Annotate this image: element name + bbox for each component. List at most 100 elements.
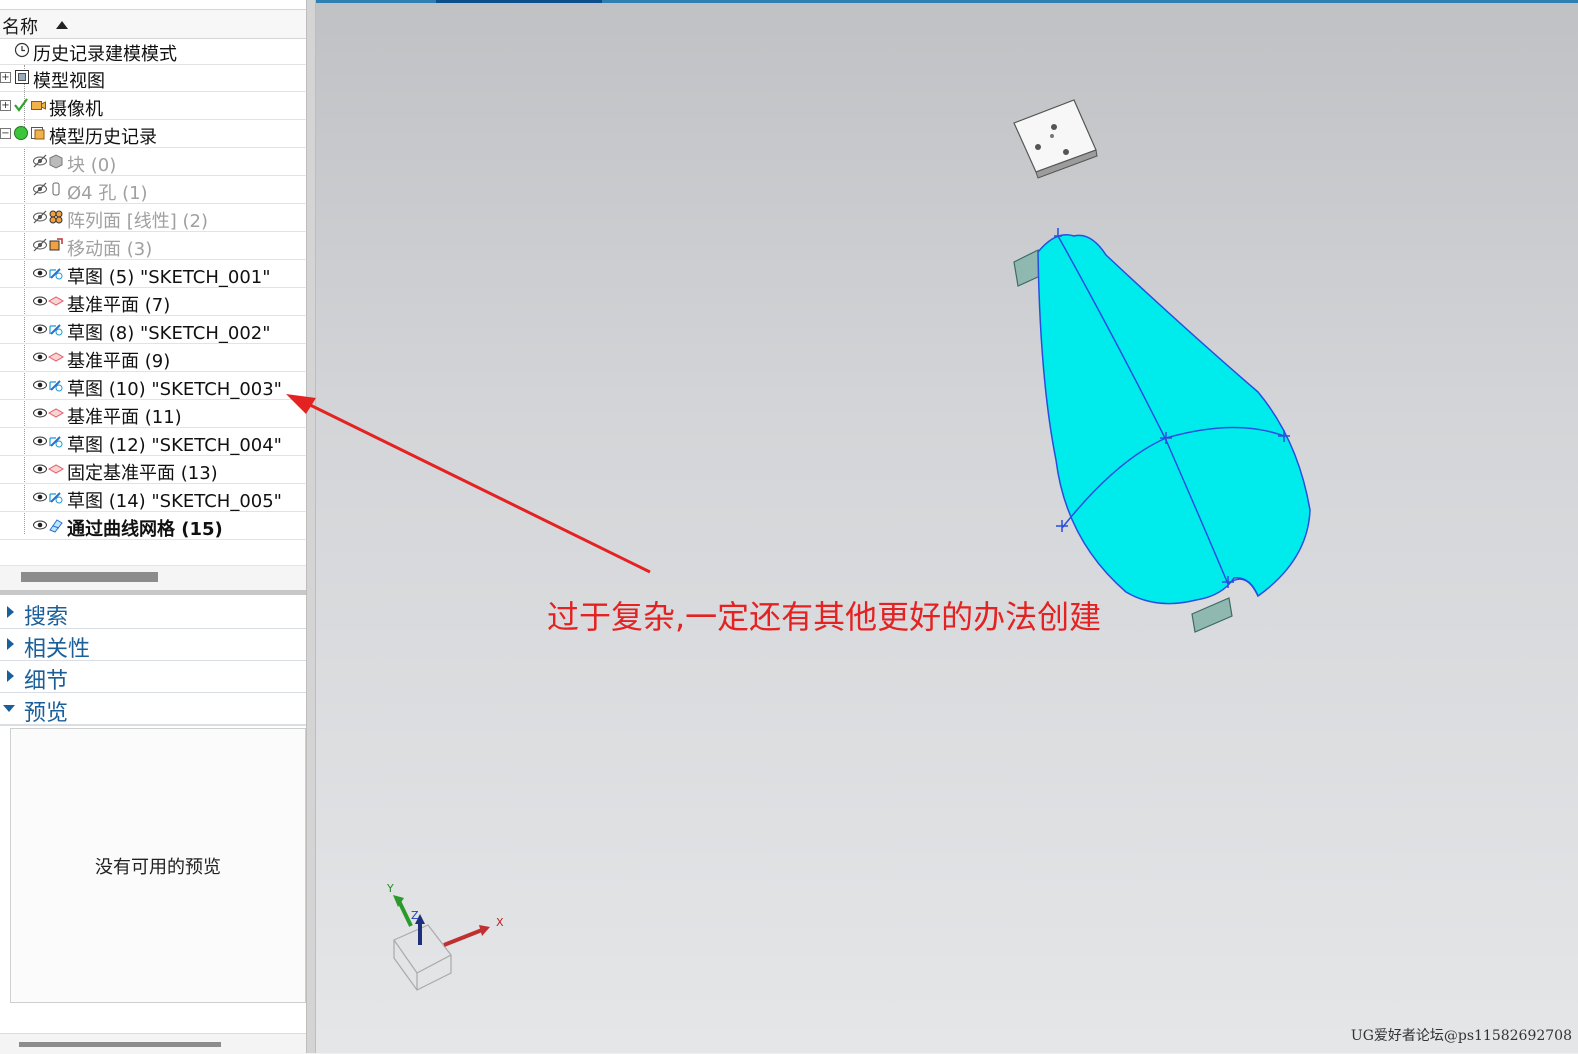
expand-arrow-icon [7, 638, 14, 650]
tree-row-feature-sketch[interactable]: 草图 (5) "SKETCH_001" [0, 261, 306, 288]
sketch-icon [49, 492, 63, 504]
tab-bottom[interactable] [1191, 597, 1233, 633]
tree-row-feature-pattern-face[interactable]: 阵列面 [线性] (2) [0, 205, 306, 232]
tree-row-label: 草图 (12) "SKETCH_004" [67, 435, 282, 456]
expand-icon[interactable]: + [0, 72, 11, 83]
hidden-eye-icon[interactable] [32, 237, 48, 253]
visible-eye-icon[interactable] [32, 517, 48, 533]
tree-row-history-mode[interactable]: 历史记录建模模式 [0, 38, 306, 65]
tab-top[interactable] [1013, 249, 1041, 287]
visible-eye-icon[interactable] [32, 349, 48, 365]
hidden-eye-icon[interactable] [32, 153, 48, 169]
tree-row-feature-sketch[interactable]: 草图 (12) "SKETCH_004" [0, 429, 306, 456]
section-label: 预览 [24, 701, 69, 726]
preview-empty-message: 没有可用的预览 [95, 857, 221, 878]
scrollbar-thumb[interactable] [19, 1042, 221, 1047]
tree-row-label: 固定基准平面 (13) [67, 463, 218, 484]
graphics-viewport[interactable]: X Y Z 过于复杂,一定还有其他更好的办法创建 UG爱好者论坛@ps11582… [316, 0, 1578, 1053]
expand-arrow-icon [7, 606, 14, 618]
visible-eye-icon[interactable] [32, 433, 48, 449]
visible-eye-icon[interactable] [32, 293, 48, 309]
panel-horizontal-scrollbar[interactable] [0, 1033, 306, 1054]
section-search[interactable]: 搜索 [0, 597, 306, 630]
tree-row-label: 历史记录建模模式 [33, 44, 177, 65]
tree-row-label: 基准平面 (11) [67, 407, 182, 428]
annotation-text: 过于复杂,一定还有其他更好的办法创建 [547, 598, 1102, 636]
tree-row-label: 模型视图 [33, 71, 105, 92]
sort-ascending-icon[interactable] [56, 21, 68, 29]
block-icon [49, 154, 63, 169]
tree-row-label: 阵列面 [线性] (2) [67, 211, 208, 232]
hidden-eye-icon[interactable] [32, 181, 48, 197]
visible-eye-icon[interactable] [32, 321, 48, 337]
collapse-arrow-icon [3, 705, 15, 712]
tree-row-feature-datum-plane[interactable]: 基准平面 (9) [0, 345, 306, 372]
tree-row-model-history[interactable]: − 模型历史记录 [0, 121, 306, 148]
tree-row-label: 模型历史记录 [49, 127, 157, 148]
tree-row-feature-sketch[interactable]: 草图 (10) "SKETCH_003" [0, 373, 306, 400]
wcs-triad [393, 895, 490, 991]
column-title: 名称 [2, 17, 38, 38]
scrollbar-thumb[interactable] [21, 572, 158, 582]
tree-row-label: 基准平面 (7) [67, 295, 171, 316]
collapse-icon[interactable]: − [0, 128, 11, 139]
tree-row-model-views[interactable]: + 模型视图 [0, 65, 306, 92]
section-preview[interactable]: 预览 [0, 693, 306, 726]
tree-row-feature-datum-plane[interactable]: 基准平面 (11) [0, 401, 306, 428]
tree-row-label: 草图 (8) "SKETCH_002" [67, 323, 271, 344]
section-label: 细节 [24, 669, 69, 694]
checkmark-icon [14, 98, 28, 112]
hole-icon [52, 182, 60, 196]
model-view-icon [15, 70, 29, 84]
sketch-icon [49, 380, 63, 392]
tree-row-feature-datum-plane[interactable]: 固定基准平面 (13) [0, 457, 306, 484]
section-label: 相关性 [24, 637, 91, 662]
tree-row-label: 草图 (10) "SKETCH_003" [67, 379, 282, 400]
visible-eye-icon[interactable] [32, 461, 48, 477]
hidden-eye-icon[interactable] [32, 209, 48, 225]
tree-row-feature-move-face[interactable]: 移动面 (3) [0, 233, 306, 260]
watermark-text: UG爱好者论坛@ps11582692708 [1350, 1028, 1572, 1044]
triad-y-label: Y [387, 882, 394, 895]
tree-row-label: 通过曲线网格 (15) [67, 519, 223, 540]
sketch-icon [49, 324, 63, 336]
visible-eye-icon[interactable] [32, 489, 48, 505]
column-header-name[interactable]: 名称 [0, 9, 306, 39]
datum-plane-icon [48, 408, 64, 418]
section-details[interactable]: 细节 [0, 661, 306, 694]
tree-row-feature-hole[interactable]: Ø4 孔 (1) [0, 177, 306, 204]
expand-arrow-icon [7, 670, 14, 682]
tree-row-feature-through-curve-mesh[interactable]: 通过曲线网格 (15) [0, 513, 306, 540]
sketch-icon [49, 436, 63, 448]
visible-eye-icon[interactable] [32, 405, 48, 421]
through-curve-mesh-surface[interactable] [1037, 228, 1311, 605]
tree-row-label: 基准平面 (9) [67, 351, 171, 372]
datum-plane-icon [48, 296, 64, 306]
section-dependencies[interactable]: 相关性 [0, 629, 306, 662]
tree-row-feature-datum-plane[interactable]: 基准平面 (7) [0, 289, 306, 316]
sketch-icon [49, 268, 63, 280]
tree-row-label: 块 (0) [67, 155, 117, 176]
tree-row-feature-block[interactable]: 块 (0) [0, 149, 306, 176]
model-history-icon [31, 127, 45, 140]
block-solid[interactable] [1013, 99, 1098, 179]
status-green-icon [14, 126, 28, 140]
camera-icon [31, 101, 46, 110]
tree-row-label: 草图 (5) "SKETCH_001" [67, 267, 271, 288]
panel-divider[interactable] [0, 590, 306, 595]
clock-icon [14, 42, 30, 58]
pattern-face-icon [49, 210, 63, 224]
section-label: 搜索 [24, 605, 69, 630]
tree-horizontal-scrollbar[interactable] [0, 565, 306, 590]
move-face-icon [49, 238, 63, 251]
tree-row-cameras[interactable]: + 摄像机 [0, 93, 306, 120]
triad-x-label: X [496, 916, 504, 929]
visible-eye-icon[interactable] [32, 377, 48, 393]
preview-pane: 没有可用的预览 [10, 728, 306, 1003]
tree-row-label: 草图 (14) "SKETCH_005" [67, 491, 282, 512]
resource-bar-splitter[interactable] [306, 0, 316, 1053]
tree-row-feature-sketch[interactable]: 草图 (14) "SKETCH_005" [0, 485, 306, 512]
visible-eye-icon[interactable] [32, 265, 48, 281]
expand-icon[interactable]: + [0, 100, 11, 111]
tree-row-feature-sketch[interactable]: 草图 (8) "SKETCH_002" [0, 317, 306, 344]
